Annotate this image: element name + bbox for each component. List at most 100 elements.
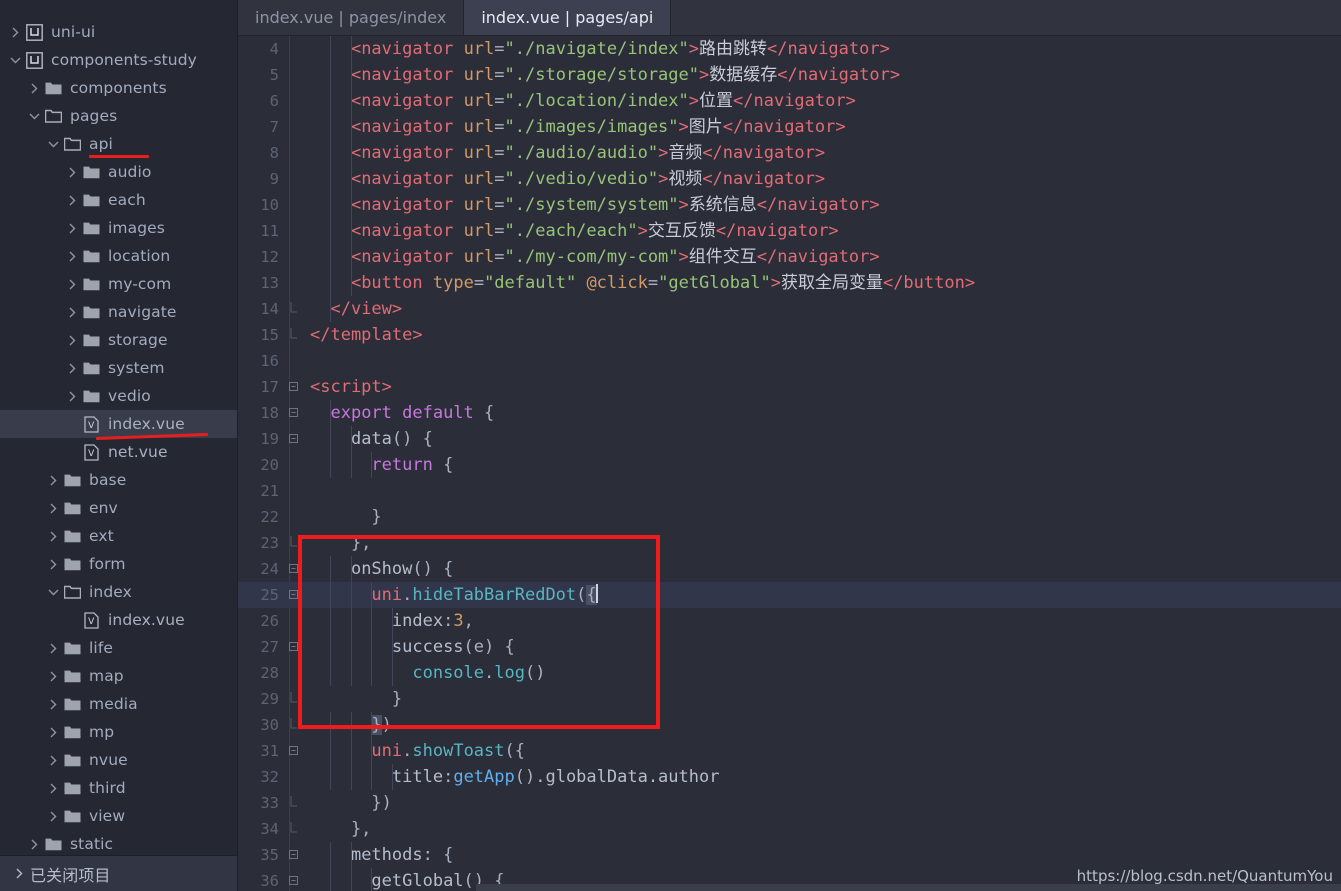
fold-marker[interactable]: [284, 692, 302, 706]
chevron-right-icon[interactable]: [44, 671, 62, 682]
fold-marker[interactable]: [284, 849, 302, 861]
code-line[interactable]: 28 console.log(): [238, 660, 1341, 686]
chevron-right-icon[interactable]: [25, 839, 43, 850]
chevron-right-icon[interactable]: [44, 783, 62, 794]
fold-marker[interactable]: [284, 796, 302, 810]
chevron-right-icon[interactable]: [63, 363, 81, 374]
fold-marker[interactable]: [284, 875, 302, 887]
tree-item-navigate[interactable]: navigate: [0, 298, 237, 326]
fold-marker[interactable]: [284, 822, 302, 836]
code-line[interactable]: 4 <navigator url="./navigate/index">路由跳转…: [238, 36, 1341, 62]
code-line[interactable]: 5 <navigator url="./storage/storage">数据缓…: [238, 62, 1341, 88]
code-line[interactable]: 13 <button type="default" @click="getGlo…: [238, 270, 1341, 296]
code-line[interactable]: 29 }: [238, 686, 1341, 712]
editor-tab-2[interactable]: index.vue | pages/api: [464, 0, 672, 35]
tree-item-index[interactable]: index: [0, 578, 237, 606]
tree-item-ext[interactable]: ext: [0, 522, 237, 550]
code-line[interactable]: 30 }): [238, 712, 1341, 738]
chevron-right-icon[interactable]: [44, 699, 62, 710]
code-line[interactable]: 9 <navigator url="./vedio/vedio">视频</nav…: [238, 166, 1341, 192]
chevron-down-icon[interactable]: [6, 57, 24, 64]
code-line[interactable]: 32 title:getApp().globalData.author: [238, 764, 1341, 790]
fold-marker[interactable]: [284, 328, 302, 342]
chevron-right-icon[interactable]: [44, 503, 62, 514]
tree-item-components-study[interactable]: components-study: [0, 46, 237, 74]
tree-item-audio[interactable]: audio: [0, 158, 237, 186]
tree-item-my-com[interactable]: my-com: [0, 270, 237, 298]
code-line[interactable]: 31 uni.showToast({: [238, 738, 1341, 764]
fold-marker[interactable]: [284, 718, 302, 732]
code-line[interactable]: 21: [238, 478, 1341, 504]
chevron-right-icon[interactable]: [44, 727, 62, 738]
code-line[interactable]: 18 export default {: [238, 400, 1341, 426]
code-line[interactable]: 22 }: [238, 504, 1341, 530]
chevron-right-icon[interactable]: [63, 167, 81, 178]
tree-item-each[interactable]: each: [0, 186, 237, 214]
code-line[interactable]: 17 <script>: [238, 374, 1341, 400]
tree-item-static[interactable]: static: [0, 830, 237, 855]
tree-item-api[interactable]: api: [0, 130, 237, 158]
tree-item-vedio[interactable]: vedio: [0, 382, 237, 410]
tree-item-uni-ui[interactable]: uni-ui: [0, 18, 237, 46]
chevron-down-icon[interactable]: [44, 141, 62, 148]
chevron-right-icon[interactable]: [63, 335, 81, 346]
chevron-right-icon[interactable]: [44, 755, 62, 766]
code-line[interactable]: 11 <navigator url="./each/each">交互反馈</na…: [238, 218, 1341, 244]
fold-marker[interactable]: [284, 536, 302, 550]
editor-tab-1[interactable]: index.vue | pages/index: [238, 0, 465, 35]
code-line[interactable]: 27 success(e) {: [238, 634, 1341, 660]
code-line[interactable]: 20 return {: [238, 452, 1341, 478]
chevron-right-icon[interactable]: [63, 279, 81, 290]
fold-marker[interactable]: [284, 641, 302, 653]
code-line[interactable]: 14 </view>: [238, 296, 1341, 322]
chevron-right-icon[interactable]: [63, 307, 81, 318]
code-line[interactable]: 34 },: [238, 816, 1341, 842]
chevron-down-icon[interactable]: [25, 113, 43, 120]
code-line[interactable]: 25 uni.hideTabBarRedDot({: [238, 582, 1341, 608]
chevron-down-icon[interactable]: [44, 589, 62, 596]
tree-item-components[interactable]: components: [0, 74, 237, 102]
code-line[interactable]: 23 },: [238, 530, 1341, 556]
code-line[interactable]: 33 }): [238, 790, 1341, 816]
tree-item-images[interactable]: images: [0, 214, 237, 242]
tree-item-nvue[interactable]: nvue: [0, 746, 237, 774]
chevron-right-icon[interactable]: [63, 195, 81, 206]
code-line[interactable]: 19 data() {: [238, 426, 1341, 452]
tree-item-index-vue[interactable]: Vindex.vue: [0, 606, 237, 634]
code-line[interactable]: 12 <navigator url="./my-com/my-com">组件交互…: [238, 244, 1341, 270]
closed-projects-bar[interactable]: 已关闭项目: [0, 855, 237, 891]
chevron-right-icon[interactable]: [63, 223, 81, 234]
code-line[interactable]: 24 onShow() {: [238, 556, 1341, 582]
code-line[interactable]: 7 <navigator url="./images/images">图片</n…: [238, 114, 1341, 140]
tree-item-pages[interactable]: pages: [0, 102, 237, 130]
code-line[interactable]: 6 <navigator url="./location/index">位置</…: [238, 88, 1341, 114]
fold-marker[interactable]: [284, 745, 302, 757]
code-line[interactable]: 15 </template>: [238, 322, 1341, 348]
file-tree[interactable]: uni-ui components-study components pages api…: [0, 18, 237, 855]
editor-tab-bar[interactable]: index.vue | pages/index index.vue | pages…: [238, 0, 1341, 36]
tree-item-view[interactable]: view: [0, 802, 237, 830]
chevron-right-icon[interactable]: [63, 391, 81, 402]
chevron-right-icon[interactable]: [44, 811, 62, 822]
tree-item-system[interactable]: system: [0, 354, 237, 382]
chevron-right-icon[interactable]: [44, 643, 62, 654]
tree-item-location[interactable]: location: [0, 242, 237, 270]
tree-item-base[interactable]: base: [0, 466, 237, 494]
fold-marker[interactable]: [284, 302, 302, 316]
fold-marker[interactable]: [284, 381, 302, 393]
chevron-right-icon[interactable]: [44, 559, 62, 570]
tree-item-third[interactable]: third: [0, 774, 237, 802]
tree-item-map[interactable]: map: [0, 662, 237, 690]
fold-marker[interactable]: [284, 589, 302, 601]
chevron-right-icon[interactable]: [63, 251, 81, 262]
tree-item-form[interactable]: form: [0, 550, 237, 578]
code-line[interactable]: 10 <navigator url="./system/system">系统信息…: [238, 192, 1341, 218]
chevron-right-icon[interactable]: [44, 475, 62, 486]
chevron-right-icon[interactable]: [6, 27, 24, 38]
tree-item-storage[interactable]: storage: [0, 326, 237, 354]
fold-marker[interactable]: [284, 407, 302, 419]
tree-item-mp[interactable]: mp: [0, 718, 237, 746]
code-editor[interactable]: 4 <navigator url="./navigate/index">路由跳转…: [238, 36, 1341, 891]
code-line[interactable]: 26 index:3,: [238, 608, 1341, 634]
tree-item-media[interactable]: media: [0, 690, 237, 718]
